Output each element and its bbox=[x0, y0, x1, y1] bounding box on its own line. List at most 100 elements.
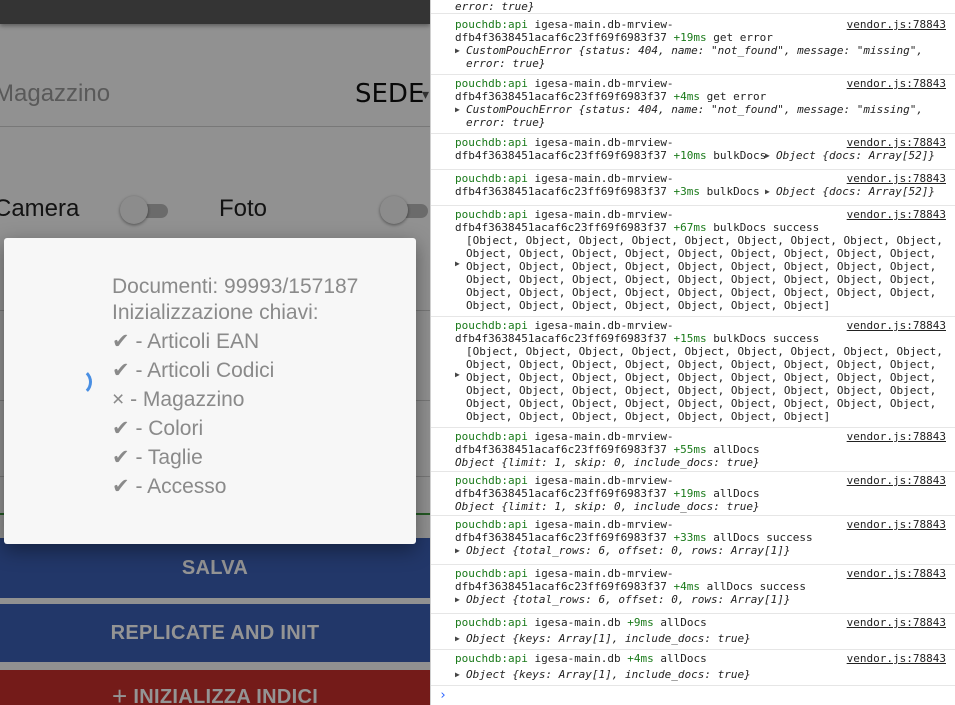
log-message: dfb4f3638451acaf6c23ff69f6983f37 +19ms g… bbox=[455, 31, 773, 44]
status-item: ✔ - Colori bbox=[112, 417, 204, 440]
expand-triangle-icon[interactable]: ▶ bbox=[455, 46, 460, 55]
status-item: ✔ - Accesso bbox=[112, 475, 227, 498]
array-line: Object, Object, Object, Object, Object, … bbox=[466, 371, 937, 384]
log-header: pouchdb:api igesa-main.db-mrview- bbox=[455, 172, 674, 185]
array-line: [Object, Object, Object, Object, Object,… bbox=[466, 234, 943, 247]
cross-icon: × bbox=[112, 388, 125, 411]
console-object: Object {total_rows: 6, offset: 0, rows: … bbox=[466, 593, 791, 606]
source-link[interactable]: vendor.js:78843 bbox=[847, 172, 946, 185]
log-message: dfb4f3638451acaf6c23ff69f6983f37 +4ms ge… bbox=[455, 90, 767, 103]
source-link[interactable]: vendor.js:78843 bbox=[847, 18, 946, 31]
status-item: ✔ - Taglie bbox=[112, 446, 203, 469]
log-header: pouchdb:api igesa-main.db +9ms allDocs bbox=[455, 616, 707, 629]
source-link[interactable]: vendor.js:78843 bbox=[847, 319, 946, 332]
log-header: pouchdb:api igesa-main.db-mrview- bbox=[455, 430, 674, 443]
source-link[interactable]: vendor.js:78843 bbox=[847, 136, 946, 149]
source-link[interactable]: vendor.js:78843 bbox=[847, 616, 946, 629]
documents-progress: Documenti: 99993/157187 bbox=[112, 275, 359, 298]
array-line: Object, Object, Object, Object, Object, … bbox=[466, 247, 937, 260]
log-message: dfb4f3638451acaf6c23ff69f6983f37 +67ms b… bbox=[455, 221, 820, 234]
array-line: Object, Object, Object, Object, Object, … bbox=[466, 397, 937, 410]
console-entry: pouchdb:api igesa-main.db-mrview-vendor.… bbox=[431, 169, 955, 206]
console-object: Object {limit: 1, skip: 0, include_docs:… bbox=[455, 500, 760, 513]
console-entry: pouchdb:api igesa-main.db-mrview-vendor.… bbox=[431, 427, 955, 472]
console-prompt-icon[interactable]: › bbox=[439, 688, 447, 703]
expand-triangle-icon[interactable]: ▶ bbox=[455, 634, 460, 643]
array-line: [Object, Object, Object, Object, Object,… bbox=[466, 345, 943, 358]
array-line: Object, Object, Object, Object, Object, … bbox=[466, 260, 937, 273]
source-link[interactable]: vendor.js:78843 bbox=[847, 518, 946, 531]
console-entry: pouchdb:api igesa-main.db +9ms allDocs ve… bbox=[431, 613, 955, 650]
console-entry: pouchdb:api igesa-main.db-mrview-vendor.… bbox=[431, 15, 955, 75]
expand-triangle-icon[interactable]: ▶ bbox=[765, 187, 770, 196]
array-line: Object, Object, Object, Object, Object, … bbox=[466, 286, 937, 299]
console-object: Object {limit: 1, skip: 0, include_docs:… bbox=[455, 456, 760, 469]
log-header: pouchdb:api igesa-main.db-mrview- bbox=[455, 567, 674, 580]
console-entry: pouchdb:api igesa-main.db-mrview-vendor.… bbox=[431, 316, 955, 428]
log-header: pouchdb:api igesa-main.db-mrview- bbox=[455, 208, 674, 221]
expand-triangle-icon[interactable]: ▶ bbox=[455, 595, 460, 604]
console-object: CustomPouchError {status: 404, name: "no… bbox=[466, 44, 923, 57]
check-icon: ✔ bbox=[112, 475, 130, 498]
log-message: dfb4f3638451acaf6c23ff69f6983f37 +19ms a… bbox=[455, 487, 760, 500]
log-header: pouchdb:api igesa-main.db-mrview- bbox=[455, 518, 674, 531]
console-object: error: true} bbox=[455, 0, 535, 13]
status-item: ✔ - Articoli Codici bbox=[112, 359, 275, 382]
console-entry: pouchdb:api igesa-main.db-mrview-vendor.… bbox=[431, 133, 955, 170]
console-entry: pouchdb:api igesa-main.db +4ms allDocs ve… bbox=[431, 649, 955, 686]
log-message: dfb4f3638451acaf6c23ff69f6983f37 +4ms al… bbox=[455, 580, 807, 593]
devtools-console[interactable]: error: true} pouchdb:api igesa-main.db-m… bbox=[430, 0, 955, 705]
check-icon: ✔ bbox=[112, 359, 130, 382]
expand-triangle-icon[interactable]: ▶ bbox=[455, 370, 460, 379]
log-message: dfb4f3638451acaf6c23ff69f6983f37 +55ms a… bbox=[455, 443, 760, 456]
log-header: pouchdb:api igesa-main.db-mrview- bbox=[455, 18, 674, 31]
console-object: Object {keys: Array[1], include_docs: tr… bbox=[466, 668, 751, 681]
mobile-app: Magazzino SEDE ▾ Camera Foto SALVA REPLI… bbox=[0, 0, 430, 705]
expand-triangle-icon[interactable]: ▶ bbox=[455, 546, 460, 555]
log-header: pouchdb:api igesa-main.db-mrview- bbox=[455, 136, 674, 149]
console-object: Object {total_rows: 6, offset: 0, rows: … bbox=[466, 544, 791, 557]
status-item: × - Magazzino bbox=[112, 388, 245, 411]
log-header: pouchdb:api igesa-main.db-mrview- bbox=[455, 474, 674, 487]
spinner-icon bbox=[64, 368, 92, 396]
console-entry: pouchdb:api igesa-main.db-mrview-vendor.… bbox=[431, 205, 955, 317]
expand-triangle-icon[interactable]: ▶ bbox=[765, 151, 770, 160]
console-object: Object {docs: Array[52]} bbox=[776, 185, 935, 198]
console-object: error: true} bbox=[466, 116, 546, 129]
log-message: dfb4f3638451acaf6c23ff69f6983f37 +15ms b… bbox=[455, 332, 820, 345]
console-entry: pouchdb:api igesa-main.db-mrview-vendor.… bbox=[431, 515, 955, 565]
console-object: Object {docs: Array[52]} bbox=[776, 149, 935, 162]
log-message: dfb4f3638451acaf6c23ff69f6983f37 +33ms a… bbox=[455, 531, 813, 544]
array-line: Object, Object, Object, Object, Object, … bbox=[466, 410, 831, 423]
source-link[interactable]: vendor.js:78843 bbox=[847, 474, 946, 487]
array-line: Object, Object, Object, Object, Object, … bbox=[466, 299, 831, 312]
source-link[interactable]: vendor.js:78843 bbox=[847, 77, 946, 90]
expand-triangle-icon[interactable]: ▶ bbox=[455, 105, 460, 114]
array-line: Object, Object, Object, Object, Object, … bbox=[466, 358, 937, 371]
console-object: Object {keys: Array[1], include_docs: tr… bbox=[466, 632, 751, 645]
log-header: pouchdb:api igesa-main.db +4ms allDocs bbox=[455, 652, 707, 665]
array-line: Object, Object, Object, Object, Object, … bbox=[466, 384, 937, 397]
log-message: dfb4f3638451acaf6c23ff69f6983f37 +3ms bu… bbox=[455, 185, 760, 198]
loading-dialog: Documenti: 99993/157187 Inizializzazione… bbox=[4, 238, 416, 544]
expand-triangle-icon[interactable]: ▶ bbox=[455, 259, 460, 268]
log-header: pouchdb:api igesa-main.db-mrview- bbox=[455, 319, 674, 332]
console-entry: pouchdb:api igesa-main.db-mrview-vendor.… bbox=[431, 564, 955, 614]
console-entry: pouchdb:api igesa-main.db-mrview-vendor.… bbox=[431, 74, 955, 134]
check-icon: ✔ bbox=[112, 446, 130, 469]
console-object: CustomPouchError {status: 404, name: "no… bbox=[466, 103, 923, 116]
expand-triangle-icon[interactable]: ▶ bbox=[455, 670, 460, 679]
console-entry: error: true} bbox=[431, 0, 955, 14]
check-icon: ✔ bbox=[112, 330, 130, 353]
console-object: error: true} bbox=[466, 57, 546, 70]
status-item: ✔ - Articoli EAN bbox=[112, 330, 260, 353]
dialog-title: Inizializzazione chiavi: bbox=[112, 301, 319, 324]
log-header: pouchdb:api igesa-main.db-mrview- bbox=[455, 77, 674, 90]
source-link[interactable]: vendor.js:78843 bbox=[847, 208, 946, 221]
source-link[interactable]: vendor.js:78843 bbox=[847, 430, 946, 443]
check-icon: ✔ bbox=[112, 417, 130, 440]
console-entry: pouchdb:api igesa-main.db-mrview-vendor.… bbox=[431, 471, 955, 516]
array-line: Object, Object, Object, Object, Object, … bbox=[466, 273, 937, 286]
source-link[interactable]: vendor.js:78843 bbox=[847, 567, 946, 580]
source-link[interactable]: vendor.js:78843 bbox=[847, 652, 946, 665]
